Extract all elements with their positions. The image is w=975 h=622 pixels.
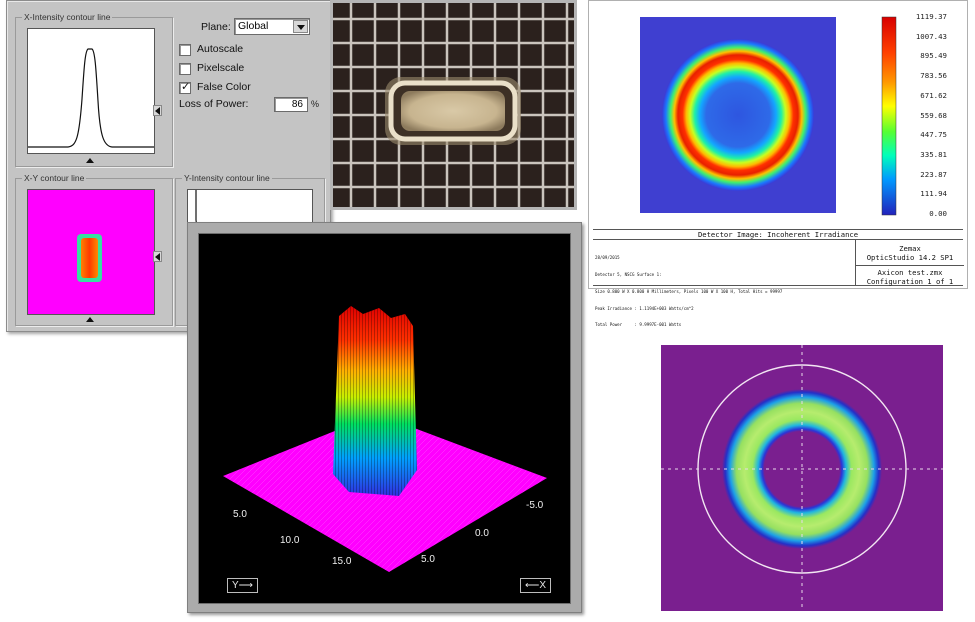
- pixelscale-checkbox[interactable]: [179, 63, 191, 75]
- detector-footer: 28/09/2015 Detector 5, NSCG Surface 1: S…: [593, 239, 964, 327]
- xy-contour-inner-spot: [81, 238, 98, 278]
- colorbar-tick-label: 1007.43: [915, 31, 947, 41]
- colorbar-tick-label: 0.00: [929, 209, 947, 218]
- loss-of-power-label: Loss of Power:: [179, 98, 249, 110]
- x-axis-tick: 5.0: [421, 554, 435, 565]
- plane-select[interactable]: Global: [234, 18, 310, 35]
- surface-plot-window: 5.0 10.0 15.0 -5.0 0.0 5.0 Y⟶ ⟵X: [187, 222, 582, 613]
- plane-select-value: Global: [238, 20, 269, 32]
- x-axis-tick: -5.0: [526, 500, 544, 511]
- colorbar-tick-label: 223.87: [920, 169, 947, 179]
- footer-line-detector: Detector 5, NSCG Surface 1:: [595, 271, 662, 277]
- surface-plot-area: 5.0 10.0 15.0 -5.0 0.0 5.0 Y⟶ ⟵X: [198, 233, 571, 604]
- beam-photograph: [330, 0, 577, 210]
- detector-caption: Detector Image: Incoherent Irradiance: [697, 230, 859, 239]
- y-axis-tick: 5.0: [233, 509, 247, 520]
- detector-footer-info: 28/09/2015 Detector 5, NSCG Surface 1: S…: [595, 244, 855, 339]
- x-intensity-scroll-arrow[interactable]: [86, 158, 94, 163]
- colorbar-tick-label: 447.75: [920, 130, 947, 140]
- y-intensity-title: Y-Intensity contour line: [182, 172, 272, 184]
- y-axis-button[interactable]: Y⟶: [227, 578, 259, 593]
- colorbar-tick-label: 1119.37: [915, 12, 947, 21]
- chevron-down-icon: [297, 25, 305, 30]
- colorbar-tick-label: 671.62: [920, 90, 947, 100]
- false-color-label: False Color: [197, 81, 251, 93]
- plane-label: Plane:: [201, 21, 231, 33]
- irradiance-ring: [662, 39, 814, 191]
- autoscale-label: Autoscale: [197, 43, 244, 55]
- detector-viewer: 1119.37 1007.43 895.49 783.56 671.62 559.68 44…: [588, 0, 968, 327]
- autoscale-checkbox[interactable]: [179, 44, 191, 56]
- x-intensity-title: X-Intensity contour line: [22, 11, 113, 23]
- colorbar-tick-label: 783.56: [920, 71, 947, 81]
- colorbar-tick-label: 895.49: [920, 51, 947, 61]
- loss-of-power-input[interactable]: 86: [274, 97, 308, 112]
- file-name: Axicon test.zmx: [877, 268, 943, 277]
- colorbar-tick-label: 559.68: [920, 110, 947, 120]
- ring-beam-profile: [661, 345, 943, 611]
- loss-of-power-unit: %: [311, 99, 320, 109]
- pixelscale-label: Pixelscale: [197, 62, 245, 74]
- brand-name: Zemax: [899, 244, 921, 253]
- brand-version: OpticStudio 14.2 SP1: [866, 253, 954, 262]
- configuration: Configuration 1 of 1: [866, 277, 954, 286]
- beam-spot-center: [401, 91, 505, 131]
- xy-contour-plot: [27, 189, 155, 315]
- footer-line-date: 28/09/2015: [595, 255, 620, 261]
- detector-footer-brand: Zemax OpticStudio 14.2 SP1 Axicon test.z…: [855, 239, 964, 286]
- x-intensity-curve: [28, 48, 154, 148]
- loss-of-power-value: 86: [291, 99, 303, 110]
- colorbar-tick-label: 335.81: [920, 149, 947, 159]
- false-color-checkbox[interactable]: ✓: [179, 81, 191, 94]
- xy-contour-side-button[interactable]: [153, 251, 162, 262]
- x-axis-tick: 0.0: [475, 528, 489, 539]
- xy-contour-title: X-Y contour line: [22, 172, 87, 184]
- y-axis-tick: 15.0: [332, 556, 352, 567]
- colorbar: [881, 16, 897, 216]
- x-intensity-side-button[interactable]: [153, 105, 162, 116]
- x-axis-button[interactable]: ⟵X: [520, 578, 552, 593]
- xy-contour-scroll-arrow[interactable]: [86, 317, 94, 322]
- footer-line-power: Total Power : 9.9997E-001 Watts: [595, 322, 682, 328]
- footer-line-peak: Peak Irradiance : 1.1194E+003 Watts/cm^2: [595, 305, 694, 311]
- y-axis-tick: 10.0: [280, 535, 300, 546]
- x-intensity-plot: [27, 28, 155, 154]
- x-intensity-group: X-Intensity contour line: [15, 11, 173, 167]
- checkmark-icon: ✓: [181, 81, 191, 93]
- footer-line-size: Size 0.800 W X 0.800 H Millimeters, Pixe…: [595, 288, 783, 294]
- xy-contour-group: X-Y contour line: [15, 172, 173, 326]
- colorbar-tick-label: 111.94: [920, 189, 947, 199]
- plane-dropdown-button[interactable]: [293, 20, 308, 33]
